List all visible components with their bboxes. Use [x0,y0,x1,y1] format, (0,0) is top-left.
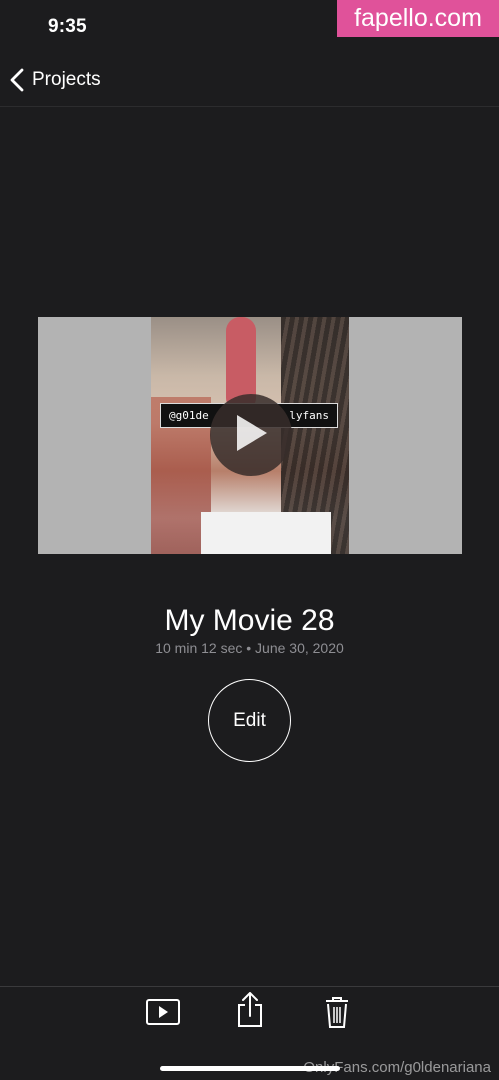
play-icon [233,413,269,458]
status-time: 9:35 [48,16,87,37]
share-button[interactable] [236,991,264,1033]
project-meta: 10 min 12 sec • June 30, 2020 [155,640,344,656]
toolbar-divider [0,986,499,987]
edit-button[interactable]: Edit [208,679,291,762]
credit-watermark: OnlyFans.com/g0ldenariana [303,1059,491,1076]
video-preview[interactable]: @g01de lyfans [38,317,462,554]
share-icon [237,991,263,1033]
nav-divider [0,106,499,107]
play-icon [146,998,180,1030]
thumbnail-detail [201,512,331,554]
overlay-text-left: @g01de [169,409,209,422]
delete-button[interactable] [324,994,350,1034]
back-button[interactable]: Projects [10,64,101,96]
trash-icon [325,996,349,1033]
project-title: My Movie 28 [164,604,335,637]
back-label: Projects [32,69,101,90]
chevron-left-icon [10,68,24,92]
play-button[interactable] [145,994,181,1034]
site-watermark: fapello.com [337,0,499,37]
overlay-text-right: lyfans [289,409,329,422]
play-overlay-button[interactable] [210,394,292,476]
